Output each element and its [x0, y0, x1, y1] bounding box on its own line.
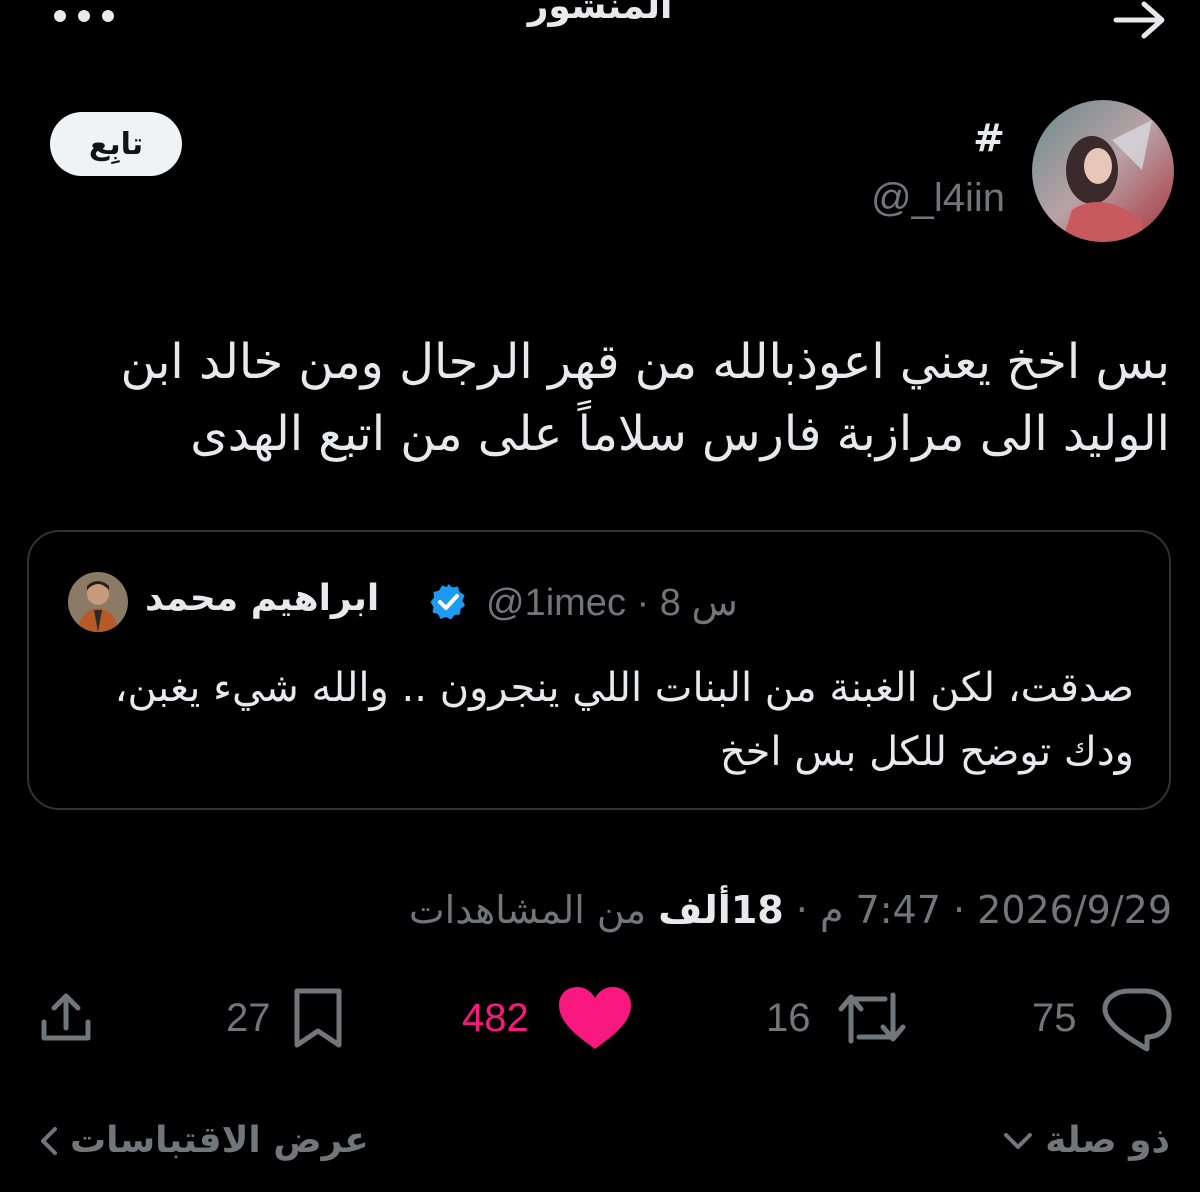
bookmark-button[interactable]: 27 [226, 980, 353, 1056]
share-icon [41, 993, 91, 1041]
related-link[interactable]: ذو صلة [1003, 1120, 1170, 1161]
author-display-name[interactable]: # [973, 116, 1005, 160]
tweet-text: بس اخخ يعني اعوذبالله من قهر الرجال ومن … [120, 334, 1170, 462]
bookmark-count: 27 [226, 995, 271, 1040]
page-title: المنشور [527, 0, 673, 27]
reply-button[interactable]: 75 [1032, 980, 1173, 1056]
quote-handle: @1imec [486, 582, 626, 624]
chevron-down-icon [1004, 1132, 1033, 1149]
views-label: من المشاهدات [408, 888, 647, 932]
heart-icon [558, 987, 631, 1049]
quotes-label: عرض الاقتباسات [70, 1120, 369, 1161]
like-count: 482 [462, 995, 529, 1040]
bookmark-icon [294, 988, 341, 1048]
views-count[interactable]: 18ألف [658, 888, 783, 932]
retweet-button[interactable]: 16 [766, 980, 909, 1056]
verified-badge-icon [428, 582, 468, 622]
related-label: ذو صلة [1045, 1120, 1170, 1161]
retweet-icon [838, 992, 905, 1044]
quote-time: 8 س [659, 582, 738, 624]
author-handle[interactable]: @_l4iin [871, 176, 1005, 221]
reply-count: 75 [1032, 995, 1077, 1040]
share-button[interactable] [36, 980, 96, 1056]
quote-text: صدقت، لكن الغبنة من البنات اللي ينجرون .… [114, 665, 1134, 775]
quote-author-name: ابراهيم محمد [145, 578, 380, 619]
tweet-meta: 2026/9/29 · 7:47 م · 18ألف من المشاهدات [408, 888, 1172, 932]
author-avatar[interactable] [1032, 100, 1174, 242]
reply-icon [1102, 988, 1171, 1052]
more-dots-icon[interactable] [52, 4, 116, 28]
chevron-left-icon [41, 1126, 57, 1155]
follow-button[interactable]: تابِع [50, 112, 182, 176]
like-button[interactable]: 482 [462, 980, 635, 1056]
arrow-right-icon[interactable] [1110, 0, 1170, 40]
tweet-time: 7:47 م [819, 888, 941, 932]
tweet-date: 2026/9/29 [977, 888, 1172, 932]
quote-handle-time: @1imec · 8 س [486, 582, 738, 624]
quote-avatar[interactable] [68, 572, 128, 632]
view-quotes-link[interactable]: عرض الاقتباسات [40, 1120, 369, 1161]
retweet-count: 16 [766, 995, 811, 1040]
